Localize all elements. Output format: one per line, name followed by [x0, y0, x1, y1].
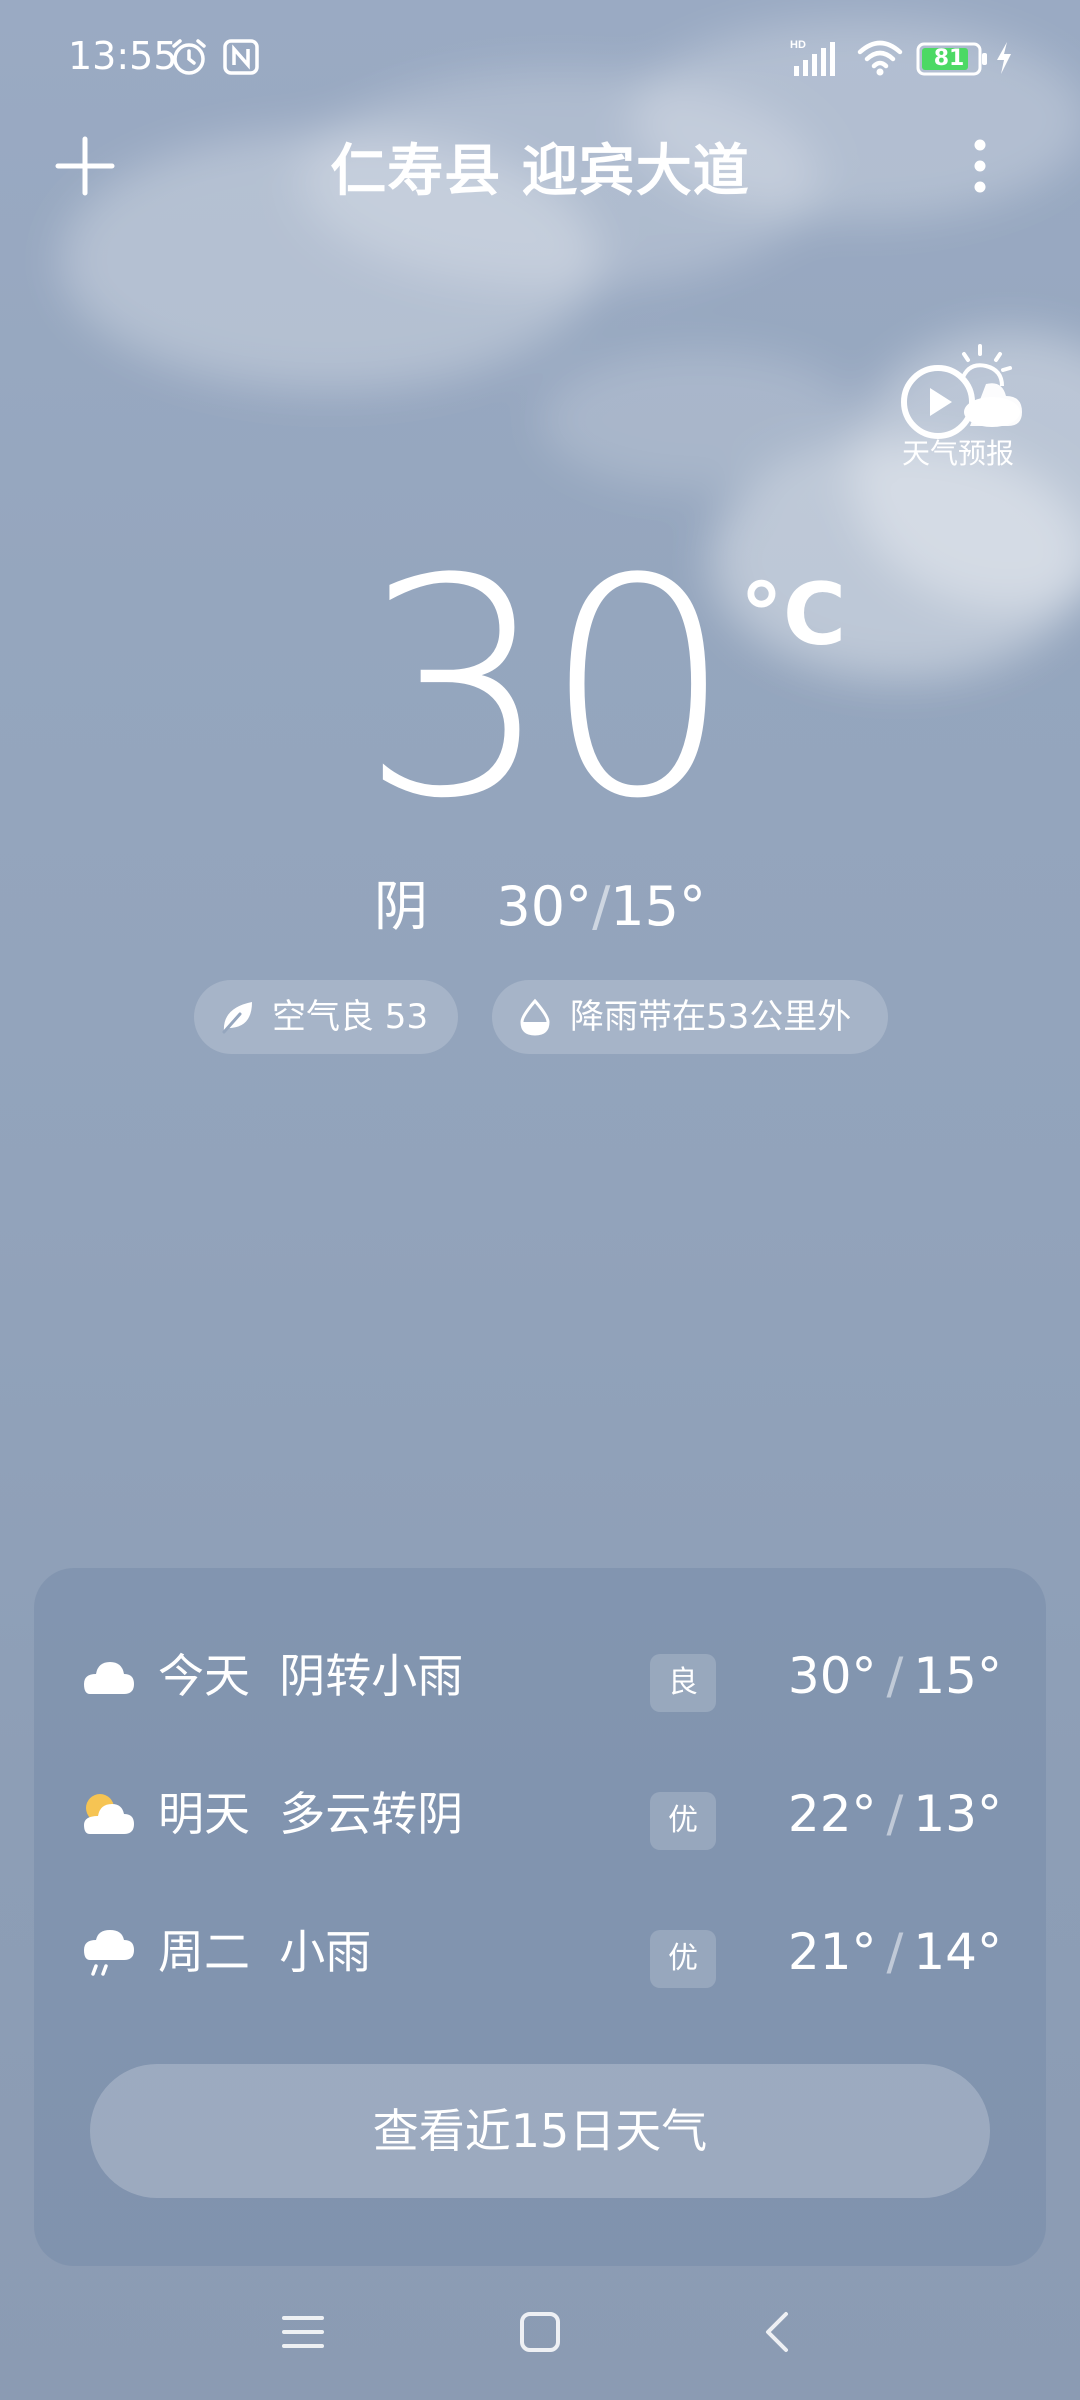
- forecast-row-tuesday[interactable]: 周二 小雨 优 21°/14°: [34, 1902, 1046, 2002]
- forecast-row-tomorrow[interactable]: 明天 多云转阴 优 22°/13°: [34, 1764, 1046, 1864]
- forecast-row-temps: 21°/14°: [787, 1923, 1002, 1981]
- status-bar: 13:55 HD 81: [0, 0, 1080, 110]
- more-options-button[interactable]: [960, 135, 1000, 197]
- add-city-button[interactable]: [54, 135, 116, 197]
- forecast-row-temps: 22°/13°: [787, 1785, 1002, 1843]
- temp-separator: /: [592, 875, 611, 938]
- alarm-icon: [172, 39, 206, 75]
- air-quality-text: 空气良 53: [272, 997, 429, 1037]
- location-title: 仁寿县 迎宾大道: [330, 139, 750, 204]
- battery-icon: 81: [916, 42, 990, 76]
- current-temperature: 30: [360, 515, 734, 864]
- aqi-badge: 优: [650, 1792, 716, 1850]
- svg-text:HD: HD: [790, 39, 806, 51]
- rain-band-text: 降雨带在53公里外: [570, 997, 852, 1037]
- home-nav-icon[interactable]: [518, 2310, 562, 2354]
- aqi-badge: 优: [650, 1930, 716, 1988]
- temperature-unit: °C: [740, 565, 847, 665]
- partly-cloudy-icon: [84, 1794, 134, 1834]
- hd-signal-icon: HD: [790, 39, 835, 76]
- battery-level: 81: [933, 46, 965, 71]
- current-low: 15°: [610, 875, 706, 938]
- forecast-row-today[interactable]: 今天 阴转小雨 良 30°/15°: [34, 1626, 1046, 1726]
- daily-forecast-card: 今天 阴转小雨 良 30°/15° 明天 多云转阴 优 22°/13° 周二 小…: [34, 1568, 1046, 2266]
- current-high: 30°: [496, 875, 593, 938]
- charging-icon: [997, 42, 1011, 74]
- rain-band-chip[interactable]: 降雨带在53公里外: [492, 980, 888, 1054]
- forecast-row-temps: 30°/15°: [787, 1647, 1002, 1705]
- back-nav-icon[interactable]: [756, 2310, 800, 2354]
- wifi-icon: [857, 40, 903, 76]
- air-quality-chip[interactable]: 空气良 53: [194, 980, 458, 1054]
- forecast-row-label: 周二 小雨: [158, 1925, 372, 1979]
- cloud-icon: [84, 1662, 134, 1694]
- forecast-row-label: 今天 阴转小雨: [158, 1649, 464, 1703]
- nfc-icon: [223, 39, 259, 75]
- status-time: 13:55: [68, 34, 178, 78]
- light-rain-icon: [84, 1930, 134, 1976]
- current-condition: 阴: [374, 875, 428, 938]
- current-condition-line: 阴 30°/15°: [0, 862, 1080, 941]
- forecast-video-label[interactable]: 天气预报: [878, 432, 1038, 472]
- view-15-day-button[interactable]: 查看近15日天气: [90, 2064, 990, 2198]
- menu-nav-icon[interactable]: [280, 2312, 326, 2352]
- aqi-badge: 良: [650, 1654, 716, 1712]
- leaf-icon: [222, 1002, 252, 1034]
- raindrop-icon: [520, 998, 550, 1036]
- forecast-row-label: 明天 多云转阴: [158, 1787, 464, 1841]
